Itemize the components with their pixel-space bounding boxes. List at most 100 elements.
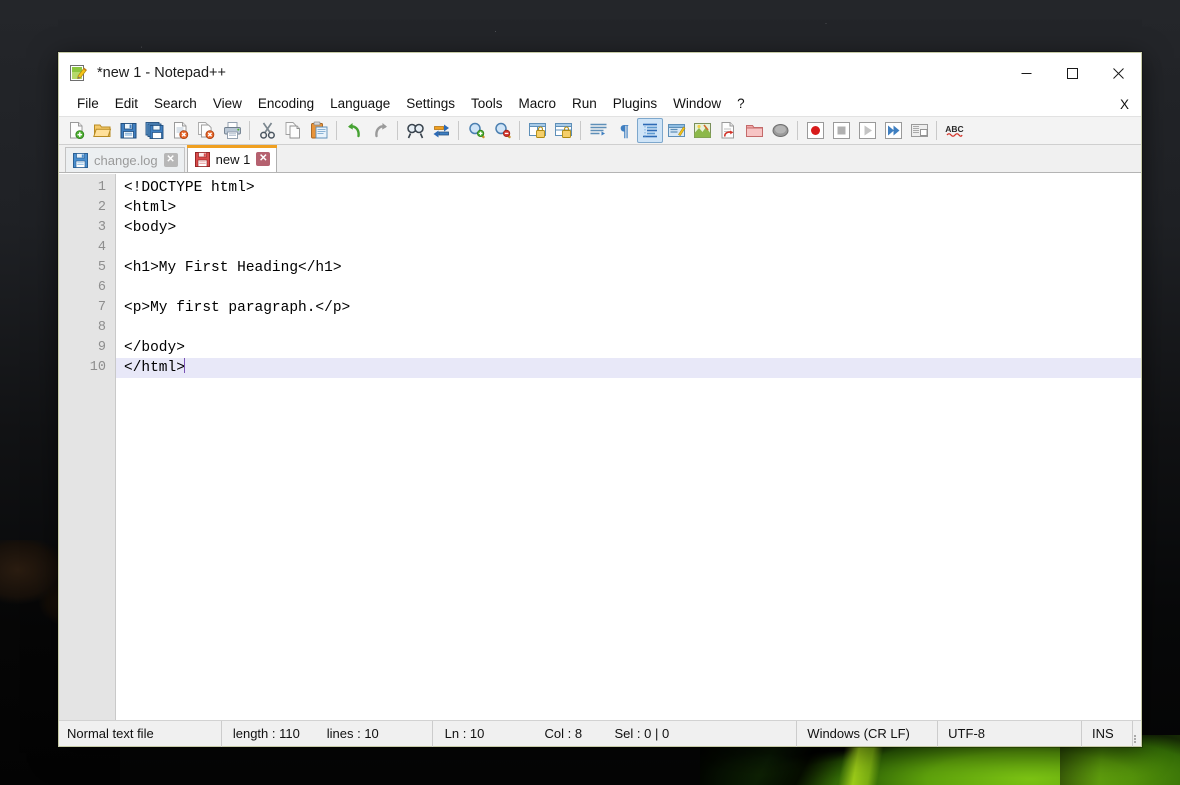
run-macro-multiple-icon[interactable] [880, 118, 906, 143]
line-number: 7 [97, 300, 106, 315]
paste-icon[interactable] [306, 118, 332, 143]
maximize-button[interactable] [1049, 53, 1095, 93]
code-text-area[interactable]: <!DOCTYPE html> <html> <body> <h1>My Fir… [116, 174, 1141, 720]
save-icon[interactable] [115, 118, 141, 143]
status-selection: Sel : 0 | 0 [614, 720, 798, 747]
status-document-type[interactable]: Normal text file [59, 720, 222, 747]
new-file-icon[interactable] [63, 118, 89, 143]
toolbar-separator [580, 121, 581, 140]
user-defined-dialogue-icon[interactable] [663, 118, 689, 143]
resize-grip-icon [1133, 733, 1138, 745]
notepad-plus-plus-window: *new 1 - Notepad++ File Edit Search View… [58, 52, 1142, 747]
status-encoding[interactable]: UTF-8 [938, 720, 1083, 747]
code-line[interactable]: <html> [116, 198, 1141, 218]
tab-close-button[interactable]: ✕ [256, 152, 271, 166]
close-all-files-icon[interactable] [193, 118, 219, 143]
show-all-characters-icon[interactable]: ¶ [611, 118, 637, 143]
status-lines: lines : 10 [327, 720, 433, 747]
menu-item-file[interactable]: File [69, 94, 107, 115]
line-number: 9 [97, 340, 106, 355]
close-document-button[interactable]: X [1112, 95, 1141, 115]
toolbar-separator [249, 121, 250, 140]
menu-item-tools[interactable]: Tools [463, 94, 511, 115]
tab-close-button[interactable]: ✕ [163, 153, 178, 167]
status-insert-mode[interactable]: INS [1082, 720, 1133, 747]
menu-item-view[interactable]: View [205, 94, 250, 115]
status-length: length : 110 [232, 726, 300, 741]
sync-horizontal-scrolling-icon[interactable] [550, 118, 576, 143]
menu-item-search[interactable]: Search [146, 94, 205, 115]
menu-item-help[interactable]: ? [729, 94, 753, 115]
menu-item-plugins[interactable]: Plugins [605, 94, 665, 115]
editor-area[interactable]: 1 2 3 4 5 6 7 8 9 10 <!DOCTYPE html> <ht… [59, 173, 1141, 720]
close-button[interactable] [1095, 53, 1141, 93]
folder-as-workspace-icon[interactable] [741, 118, 767, 143]
code-line[interactable]: </body> [116, 338, 1141, 358]
line-number-gutter: 1 2 3 4 5 6 7 8 9 10 [59, 174, 116, 720]
close-file-icon[interactable] [167, 118, 193, 143]
save-all-icon[interactable] [141, 118, 167, 143]
code-line[interactable] [116, 238, 1141, 258]
code-line-current[interactable]: </html> [116, 358, 1141, 378]
replace-icon[interactable] [428, 118, 454, 143]
sync-vertical-scrolling-icon[interactable] [524, 118, 550, 143]
menu-bar: File Edit Search View Encoding Language … [59, 93, 1141, 116]
code-line-text: </html> [124, 360, 185, 376]
print-icon[interactable] [219, 118, 245, 143]
line-number: 6 [97, 280, 106, 295]
line-number: 3 [97, 220, 106, 235]
cut-icon[interactable] [254, 118, 280, 143]
undo-icon[interactable] [341, 118, 367, 143]
copy-icon[interactable] [280, 118, 306, 143]
window-title: *new 1 - Notepad++ [97, 65, 226, 81]
show-indent-guide-icon[interactable] [637, 118, 663, 143]
status-column-number: Col : 8 [544, 726, 583, 741]
document-map-icon[interactable] [689, 118, 715, 143]
code-line[interactable] [116, 318, 1141, 338]
line-number: 2 [97, 200, 106, 215]
toolbar-separator [797, 121, 798, 140]
tab-change-log[interactable]: change.log ✕ [65, 147, 185, 172]
minimize-button[interactable] [1003, 53, 1049, 93]
menu-item-language[interactable]: Language [322, 94, 398, 115]
stop-recording-icon[interactable] [828, 118, 854, 143]
window-controls [1003, 53, 1141, 93]
find-icon[interactable] [402, 118, 428, 143]
toolbar-separator [336, 121, 337, 140]
toolbar-separator [936, 121, 937, 140]
toolbar-separator [397, 121, 398, 140]
menu-item-macro[interactable]: Macro [511, 94, 565, 115]
code-line[interactable] [116, 278, 1141, 298]
playback-icon[interactable] [854, 118, 880, 143]
menu-item-window[interactable]: Window [665, 94, 729, 115]
open-file-icon[interactable] [89, 118, 115, 143]
menu-item-encoding[interactable]: Encoding [250, 94, 322, 115]
code-line[interactable]: <h1>My First Heading</h1> [116, 258, 1141, 278]
zoom-out-icon[interactable] [489, 118, 515, 143]
code-line[interactable]: <p>My first paragraph.</p> [116, 298, 1141, 318]
function-list-icon[interactable] [715, 118, 741, 143]
title-bar: *new 1 - Notepad++ [59, 53, 1141, 93]
save-macro-icon[interactable] [906, 118, 932, 143]
code-line[interactable]: <!DOCTYPE html> [116, 178, 1141, 198]
monitoring-icon[interactable] [767, 118, 793, 143]
tab-label: change.log [94, 152, 158, 168]
menu-item-run[interactable]: Run [564, 94, 605, 115]
redo-icon[interactable] [367, 118, 393, 143]
notepad-plus-plus-icon [68, 63, 88, 83]
tab-new-1[interactable]: new 1 ✕ [186, 145, 278, 172]
status-bar: Normal text file length : 110 lines : 10… [59, 720, 1141, 747]
record-macro-icon[interactable] [802, 118, 828, 143]
zoom-in-icon[interactable] [463, 118, 489, 143]
code-line[interactable]: <body> [116, 218, 1141, 238]
line-number: 4 [97, 240, 106, 255]
status-resize-grip[interactable] [1133, 721, 1141, 747]
desktop-wallpaper: *new 1 - Notepad++ File Edit Search View… [0, 0, 1180, 785]
word-wrap-icon[interactable] [585, 118, 611, 143]
menu-item-edit[interactable]: Edit [107, 94, 146, 115]
toolbar-separator [458, 121, 459, 140]
status-eol-format[interactable]: Windows (CR LF) [797, 720, 939, 747]
menu-item-settings[interactable]: Settings [398, 94, 463, 115]
spell-check-icon[interactable]: ABC [941, 118, 967, 143]
line-number: 8 [97, 320, 106, 335]
